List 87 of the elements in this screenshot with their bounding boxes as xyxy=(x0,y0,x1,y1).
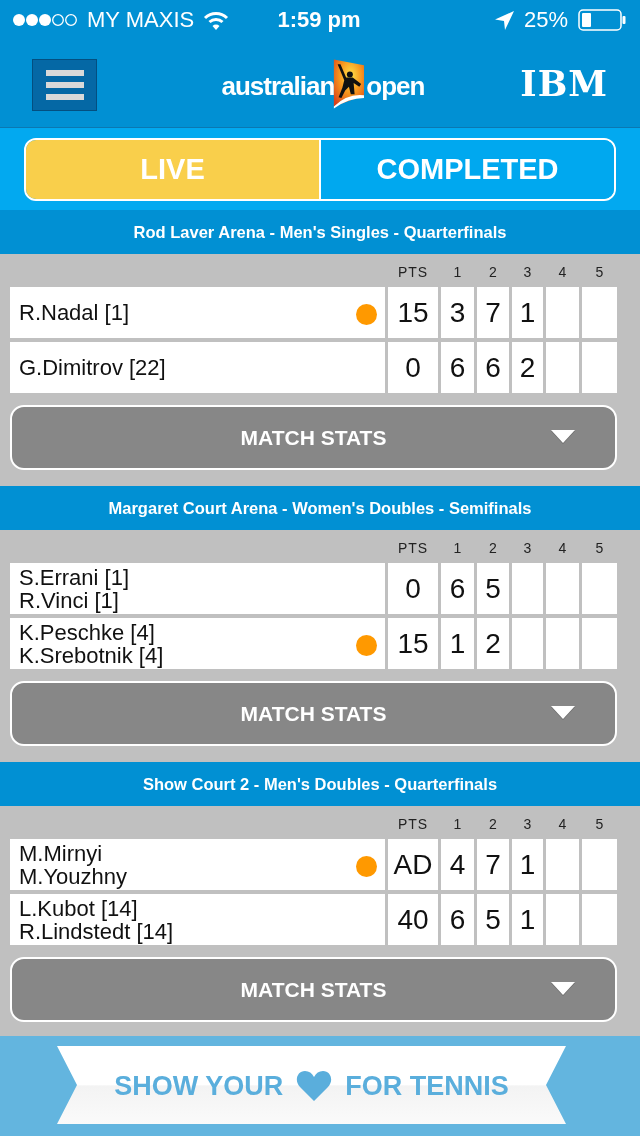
points-cell: 15 xyxy=(388,287,438,338)
column-header: 3 xyxy=(523,540,532,556)
match-title-bar: Show Court 2 - Men's Doubles - Quarterfinals xyxy=(0,762,640,806)
player-name: R.Nadal [1] xyxy=(19,301,130,324)
banner-text: FOR TENNIS xyxy=(345,1070,509,1102)
column-header: 1 xyxy=(453,540,462,556)
column-header: PTS xyxy=(397,264,429,280)
column-header: 1 xyxy=(453,264,462,280)
column-header: 4 xyxy=(558,816,567,832)
set-score-cell: 6 xyxy=(441,342,474,393)
set-score-cell xyxy=(512,563,543,614)
tennis-player-icon xyxy=(332,58,365,109)
player-name: L.Kubot [14] xyxy=(19,896,138,920)
sponsor-logo: IBM xyxy=(520,66,608,101)
set-score-cell: 1 xyxy=(512,894,543,945)
tab[interactable]: COMPLETED xyxy=(319,140,614,199)
clock-time: 1:59 pm xyxy=(277,7,361,33)
menu-button[interactable] xyxy=(32,58,97,111)
set-score-cell xyxy=(582,563,617,614)
set-score-cell: 1 xyxy=(441,618,474,669)
column-header: PTS xyxy=(397,816,429,832)
player-name: G.Dimitrov [22] xyxy=(19,356,166,379)
set-score-cell: 5 xyxy=(477,894,509,945)
set-score-cell: 7 xyxy=(477,287,509,338)
menu-icon xyxy=(45,69,84,100)
wifi-icon xyxy=(203,10,230,30)
promo-banner[interactable]: SHOW YOUR FOR TENNIS xyxy=(57,1046,566,1124)
set-score-cell xyxy=(582,342,617,393)
points-cell: 15 xyxy=(388,618,438,669)
set-score-cell xyxy=(546,287,579,338)
points-cell: 0 xyxy=(388,342,438,393)
set-score-cell xyxy=(512,618,543,669)
column-header: 2 xyxy=(489,264,497,280)
points-cell: 40 xyxy=(388,894,438,945)
set-score-cell xyxy=(546,894,579,945)
column-header: 3 xyxy=(523,816,532,832)
set-score-cell xyxy=(582,839,617,890)
set-score-cell xyxy=(546,563,579,614)
match-title-bar: Rod Laver Arena - Men's Singles - Quarterfinals xyxy=(0,210,640,254)
set-score-cell: 4 xyxy=(441,839,474,890)
column-header: PTS xyxy=(397,540,429,556)
column-header: 2 xyxy=(489,816,497,832)
carrier-name: MY MAXIS xyxy=(87,7,195,33)
set-score-cell: 3 xyxy=(441,287,474,338)
heart-icon xyxy=(296,1069,333,1101)
column-header: 5 xyxy=(595,816,604,832)
column-header: 5 xyxy=(595,264,604,280)
signal-icon xyxy=(12,13,78,27)
set-score-cell xyxy=(582,618,617,669)
logo-text: open xyxy=(366,71,425,102)
caret-icon xyxy=(551,706,575,721)
match-stats-button[interactable]: MATCH STATS xyxy=(10,405,617,470)
set-score-cell xyxy=(546,839,579,890)
match-title-bar: Margaret Court Arena - Women's Doubles - Semifinals xyxy=(0,486,640,530)
column-header: 5 xyxy=(595,540,604,556)
location-arrow-icon xyxy=(494,10,514,30)
column-header: 1 xyxy=(453,816,462,832)
set-score-cell xyxy=(582,894,617,945)
player-name: M.Mirnyi xyxy=(19,841,103,865)
set-score-cell: 6 xyxy=(441,563,474,614)
points-cell: 0 xyxy=(388,563,438,614)
caret-icon xyxy=(551,430,575,445)
set-score-cell xyxy=(546,342,579,393)
battery-percent: 25% xyxy=(523,7,568,33)
set-score-cell xyxy=(546,618,579,669)
logo-text: australian xyxy=(221,71,335,102)
match-stats-button[interactable]: MATCH STATS xyxy=(10,957,617,1022)
set-score-cell: 2 xyxy=(512,342,543,393)
banner-text: SHOW YOUR xyxy=(114,1070,284,1102)
set-score-cell: 5 xyxy=(477,563,509,614)
set-score-cell: 1 xyxy=(512,287,543,338)
caret-icon xyxy=(551,982,575,997)
set-score-cell: 6 xyxy=(477,342,509,393)
match-stats-button[interactable]: MATCH STATS xyxy=(10,681,617,746)
column-header: 3 xyxy=(523,264,532,280)
set-score-cell xyxy=(582,287,617,338)
set-score-cell: 7 xyxy=(477,839,509,890)
battery-icon xyxy=(578,9,626,31)
player-name: K.Peschke [4] xyxy=(19,620,155,644)
column-header: 4 xyxy=(558,264,567,280)
player-name: S.Errani [1] xyxy=(19,565,130,589)
column-header: 2 xyxy=(489,540,497,556)
set-score-cell: 1 xyxy=(512,839,543,890)
set-score-cell: 2 xyxy=(477,618,509,669)
column-header: 4 xyxy=(558,540,567,556)
set-score-cell: 6 xyxy=(441,894,474,945)
points-cell: AD xyxy=(388,839,438,890)
